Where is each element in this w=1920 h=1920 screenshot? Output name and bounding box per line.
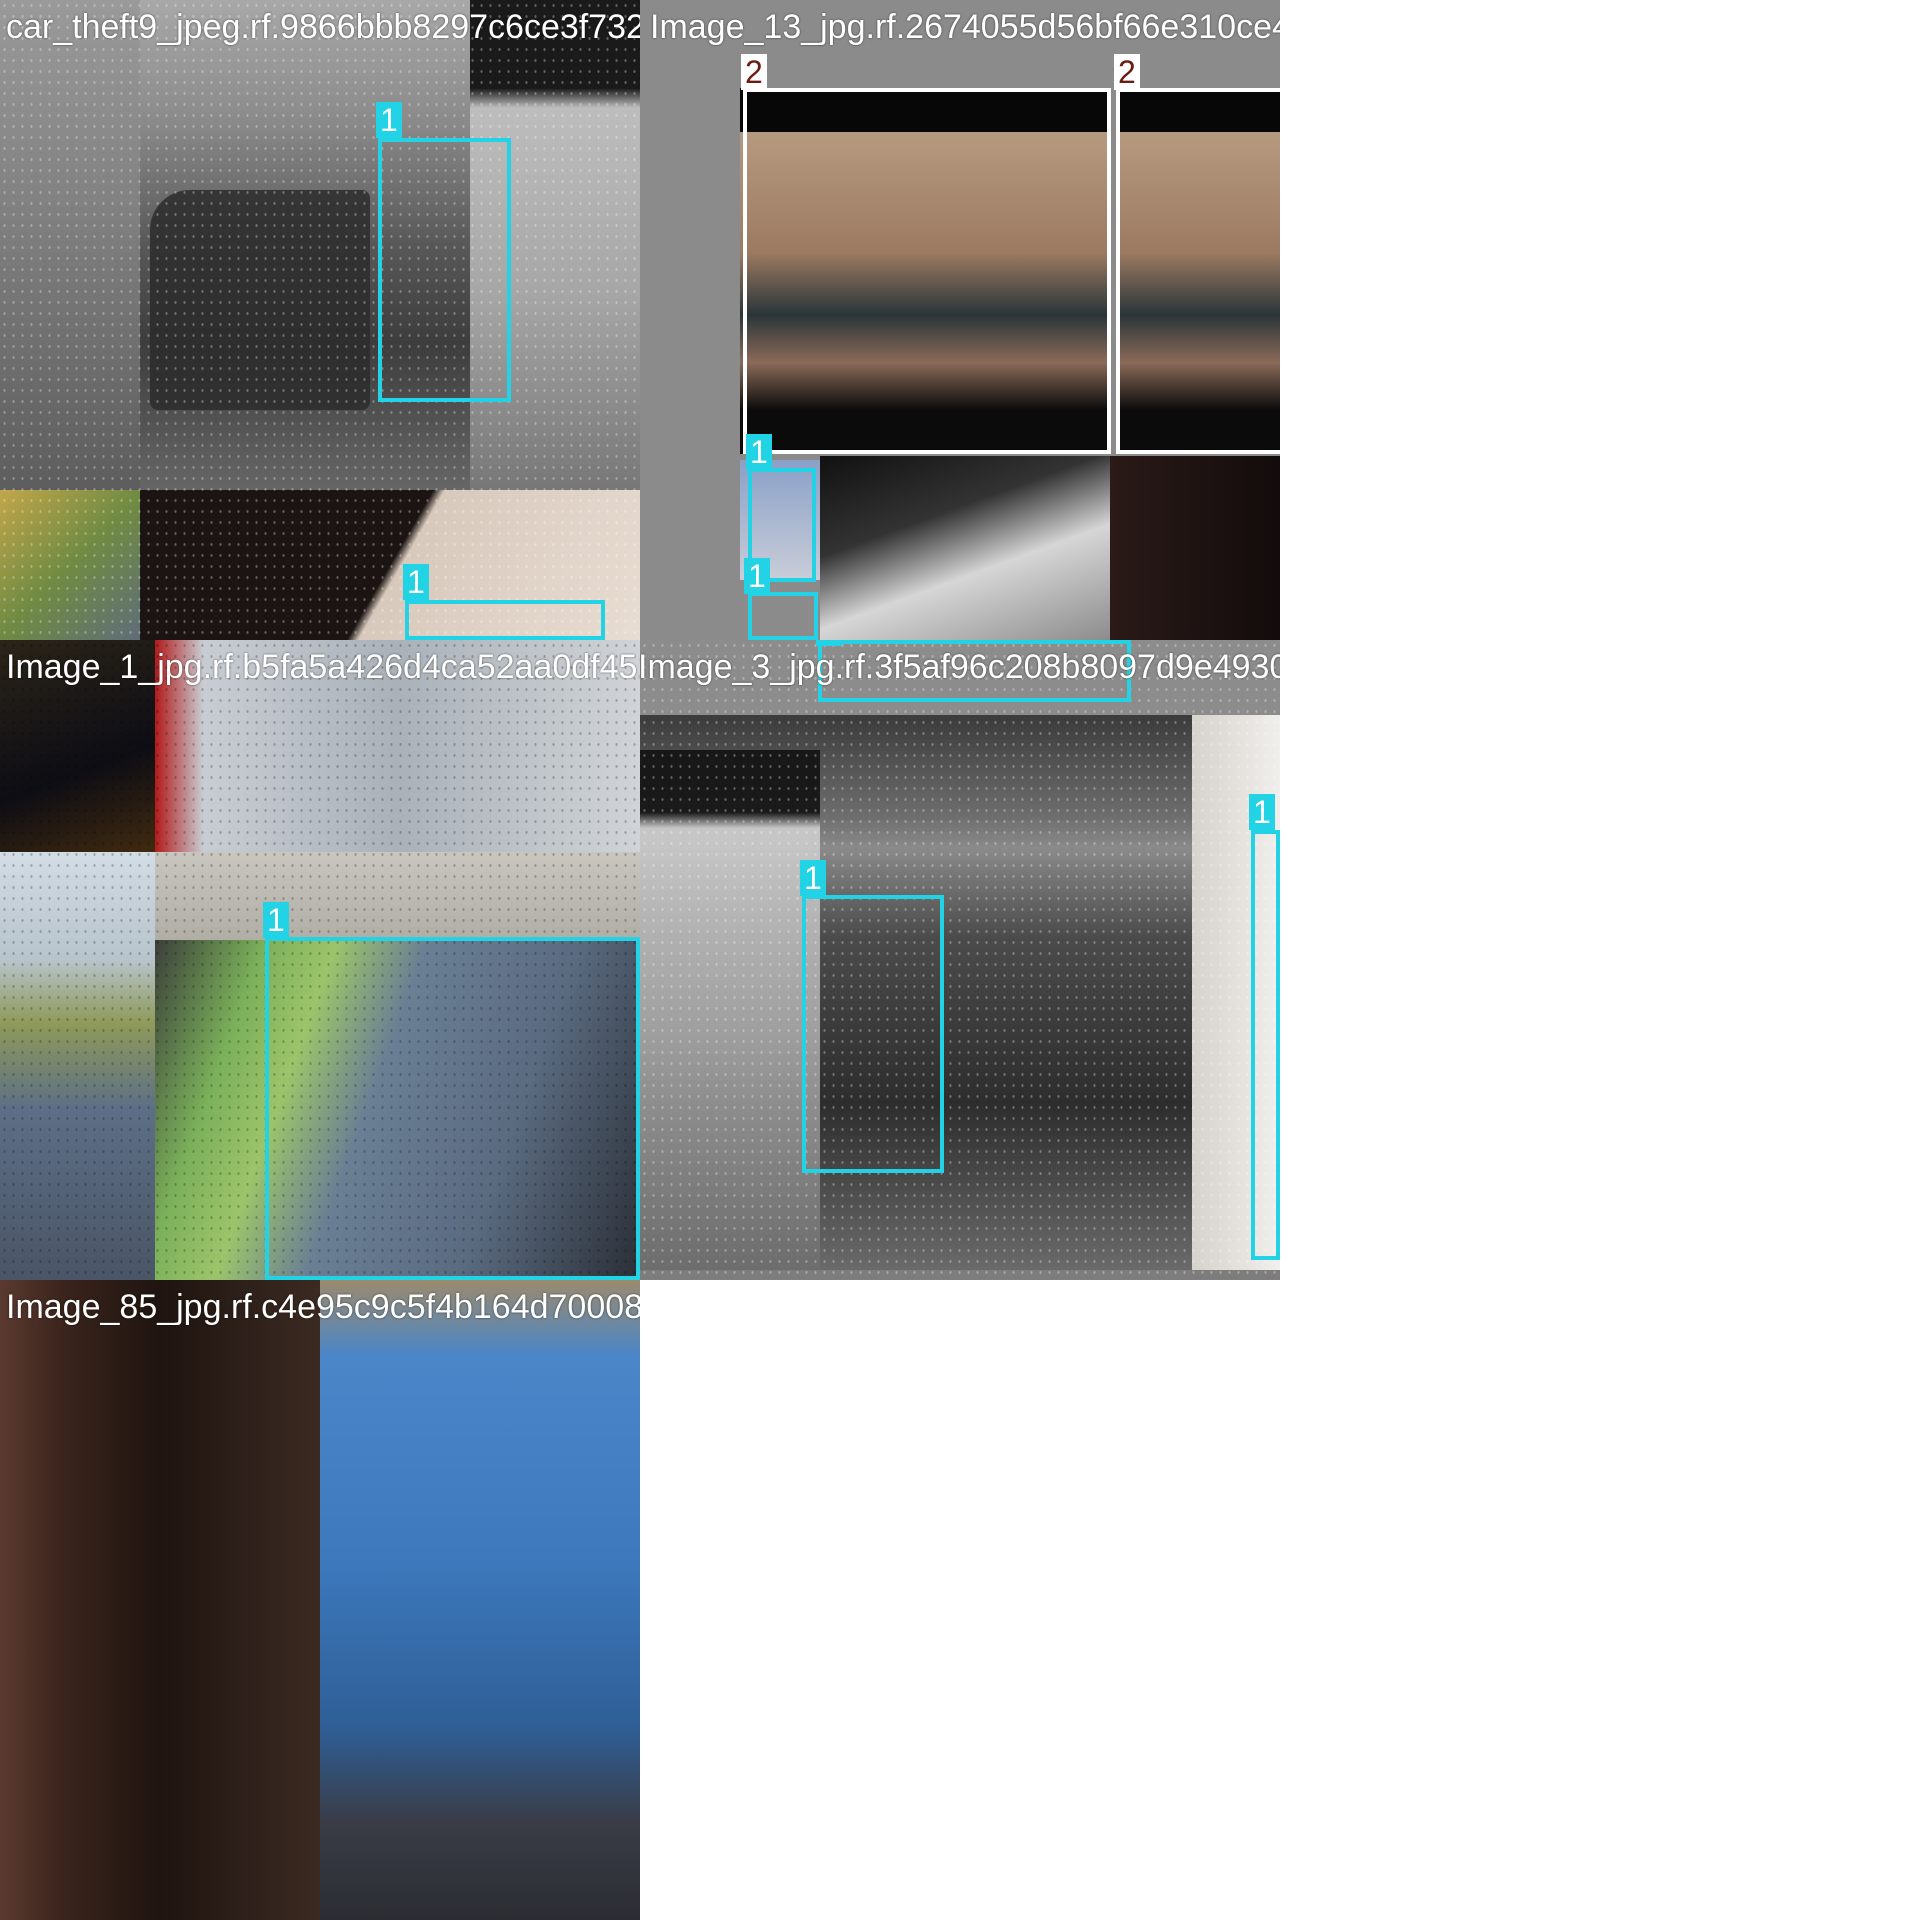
detection-label-class-1: 1	[1249, 794, 1275, 830]
mosaic-tile-4: Image_3_jpg.rf.3f5af96c208b8097d9e493025…	[640, 640, 1280, 1280]
detection-label-class-2: 2	[741, 54, 767, 90]
detection-box-class-1	[748, 592, 818, 640]
tile-caption: Image_3_jpg.rf.3f5af96c208b8097d9e493025	[640, 648, 1280, 686]
detection-box-class-1	[405, 600, 605, 640]
detection-box-class-2	[743, 88, 1111, 454]
mosaic-tile-3: Image_1_jpg.rf.b5fa5a426d4ca52aa0df4512 …	[0, 640, 640, 1280]
detection-box-class-1	[378, 138, 511, 402]
car-door-dark	[0, 1280, 320, 1920]
windshield-autumn	[0, 490, 140, 640]
hooded-figure-strip	[0, 0, 140, 490]
tile-caption: Image_85_jpg.rf.c4e95c9c5f4b164d700081a3	[6, 1288, 640, 1326]
car-window-shape	[150, 190, 370, 410]
detection-label-class-1: 1	[744, 558, 770, 594]
detection-label-class-1: 1	[263, 902, 289, 938]
mosaic-tile-5: Image_85_jpg.rf.c4e95c9c5f4b164d700081a3	[0, 1280, 640, 1920]
thief-hooded	[640, 750, 820, 1270]
tile-caption: Image_13_jpg.rf.2674055d56bf66e310ce4470	[650, 8, 1280, 46]
dark-door-photo	[1110, 456, 1280, 640]
detection-label-class-1: 1	[746, 434, 772, 470]
detection-box-class-2	[1116, 88, 1280, 454]
car-bw-scene	[820, 456, 1110, 640]
roadside-strip	[0, 852, 155, 1280]
mosaic-tile-1: car_theft9_jpeg.rf.9866bbb8297c6ce3f7325…	[0, 0, 640, 640]
detection-label-class-1: 1	[376, 102, 402, 138]
mosaic-tile-2: Image_13_jpg.rf.2674055d56bf66e310ce4470…	[640, 0, 1280, 640]
detection-label-class-1: 1	[403, 564, 429, 600]
detection-label-class-1: 1	[800, 860, 826, 896]
tile-caption: Image_1_jpg.rf.b5fa5a426d4ca52aa0df4512	[6, 648, 640, 686]
tile-caption: car_theft9_jpeg.rf.9866bbb8297c6ce3f7325…	[6, 8, 640, 46]
detection-label-class-1: 1	[816, 640, 842, 646]
detection-box-class-1	[802, 895, 944, 1173]
detection-box-class-1	[1251, 830, 1280, 1260]
detection-label-class-2: 2	[1114, 54, 1140, 90]
denim-jacket-man	[320, 1280, 640, 1920]
detection-box-class-1	[265, 937, 640, 1280]
